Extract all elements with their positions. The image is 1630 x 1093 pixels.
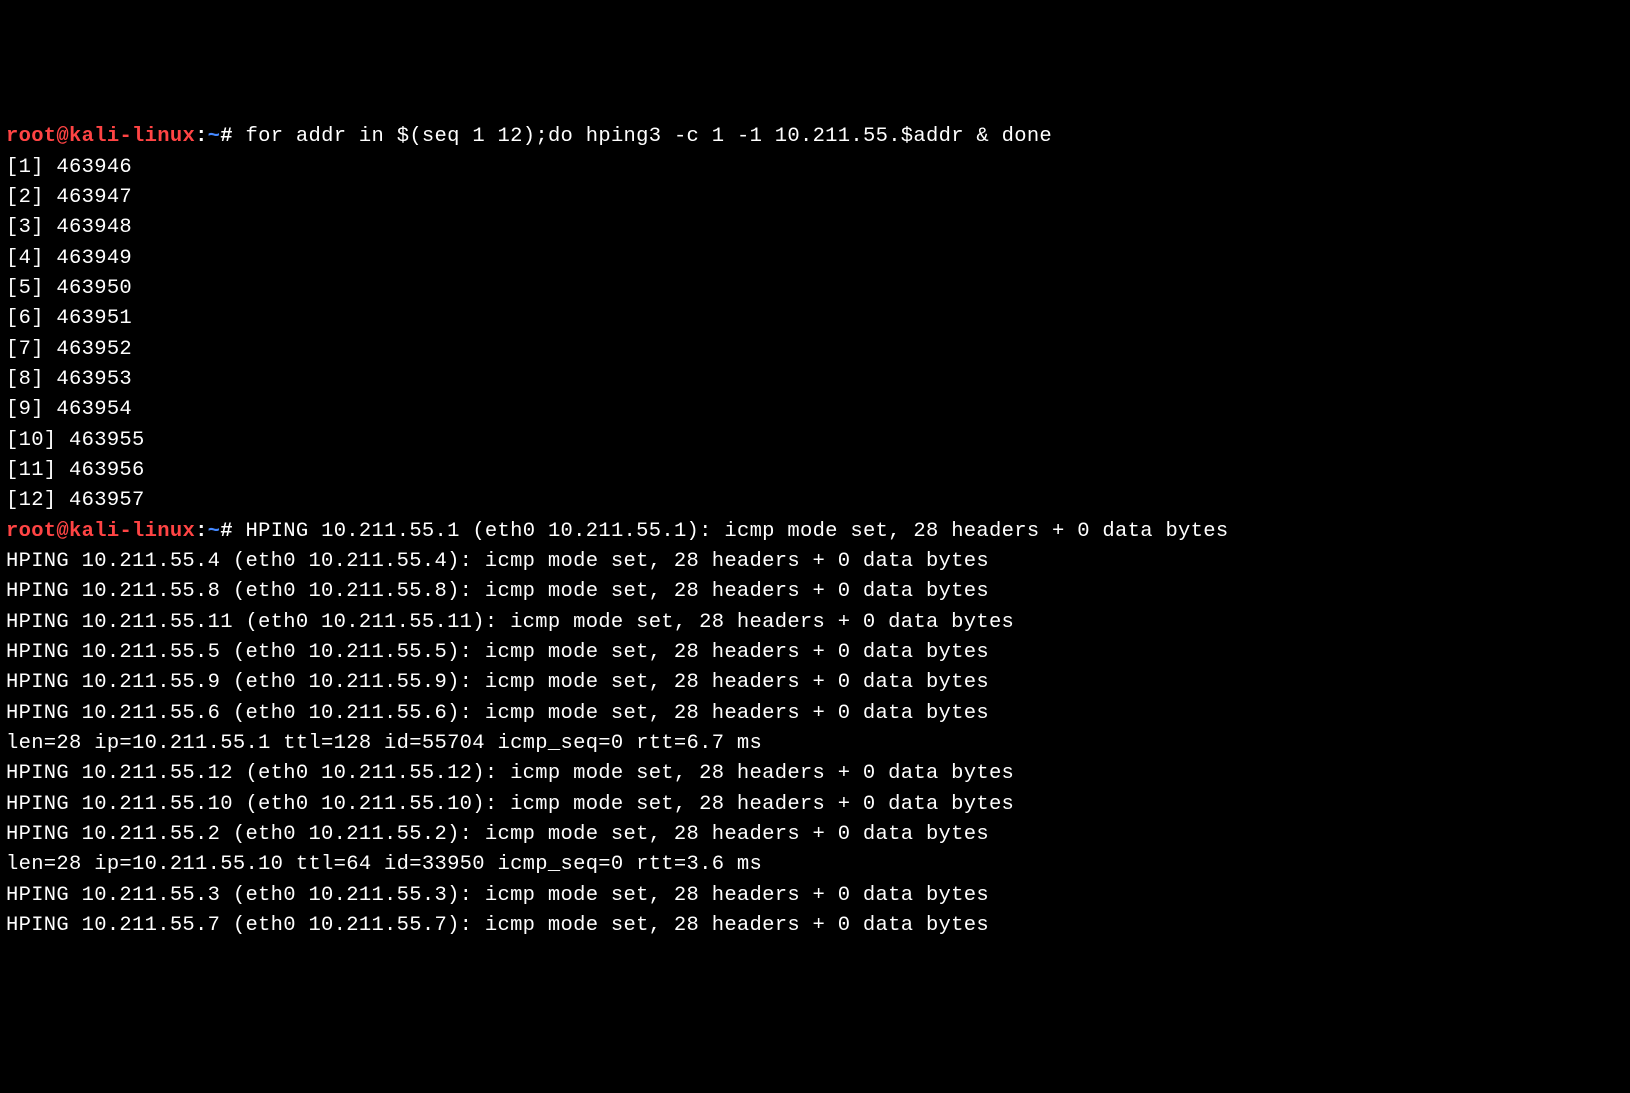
job-line: [2] 463947 — [6, 183, 1624, 213]
hping-output: HPING 10.211.55.10 (eth0 10.211.55.10): … — [6, 790, 1624, 820]
hping-reply: len=28 ip=10.211.55.1 ttl=128 id=55704 i… — [6, 729, 1624, 759]
hping-output: HPING 10.211.55.12 (eth0 10.211.55.12): … — [6, 759, 1624, 789]
hping-output: HPING 10.211.55.1 (eth0 10.211.55.1): ic… — [233, 520, 1229, 543]
job-line: [5] 463950 — [6, 274, 1624, 304]
job-line: [11] 463956 — [6, 456, 1624, 486]
job-line: [4] 463949 — [6, 244, 1624, 274]
hping-output: HPING 10.211.55.9 (eth0 10.211.55.9): ic… — [6, 668, 1624, 698]
job-line: [6] 463951 — [6, 304, 1624, 334]
job-line: [9] 463954 — [6, 395, 1624, 425]
hping-output: HPING 10.211.55.11 (eth0 10.211.55.11): … — [6, 608, 1624, 638]
job-line: [3] 463948 — [6, 213, 1624, 243]
hping-output: HPING 10.211.55.2 (eth0 10.211.55.2): ic… — [6, 820, 1624, 850]
prompt-user: root — [6, 520, 56, 543]
prompt-user: root — [6, 125, 56, 148]
prompt-colon: : — [195, 520, 208, 543]
command-line-2: root@kali-linux:~# HPING 10.211.55.1 (et… — [6, 517, 1624, 547]
hping-output: HPING 10.211.55.3 (eth0 10.211.55.3): ic… — [6, 881, 1624, 911]
prompt-hash: # — [220, 520, 233, 543]
job-line: [12] 463957 — [6, 486, 1624, 516]
prompt-host: kali-linux — [69, 125, 195, 148]
hping-output: HPING 10.211.55.4 (eth0 10.211.55.4): ic… — [6, 547, 1624, 577]
hping-output: HPING 10.211.55.7 (eth0 10.211.55.7): ic… — [6, 911, 1624, 941]
prompt-hash: # — [220, 125, 233, 148]
job-line: [10] 463955 — [6, 426, 1624, 456]
command-text: for addr in $(seq 1 12);do hping3 -c 1 -… — [233, 125, 1052, 148]
job-line: [7] 463952 — [6, 335, 1624, 365]
prompt-colon: : — [195, 125, 208, 148]
hping-output: HPING 10.211.55.6 (eth0 10.211.55.6): ic… — [6, 699, 1624, 729]
prompt-at: @ — [56, 520, 69, 543]
hping-output: HPING 10.211.55.8 (eth0 10.211.55.8): ic… — [6, 577, 1624, 607]
command-line-1: root@kali-linux:~# for addr in $(seq 1 1… — [6, 122, 1624, 152]
hping-reply: len=28 ip=10.211.55.10 ttl=64 id=33950 i… — [6, 850, 1624, 880]
prompt-at: @ — [56, 125, 69, 148]
prompt-tilde: ~ — [208, 125, 221, 148]
job-line: [1] 463946 — [6, 153, 1624, 183]
job-line: [8] 463953 — [6, 365, 1624, 395]
terminal-output[interactable]: root@kali-linux:~# for addr in $(seq 1 1… — [6, 122, 1624, 941]
prompt-host: kali-linux — [69, 520, 195, 543]
hping-output: HPING 10.211.55.5 (eth0 10.211.55.5): ic… — [6, 638, 1624, 668]
prompt-tilde: ~ — [208, 520, 221, 543]
